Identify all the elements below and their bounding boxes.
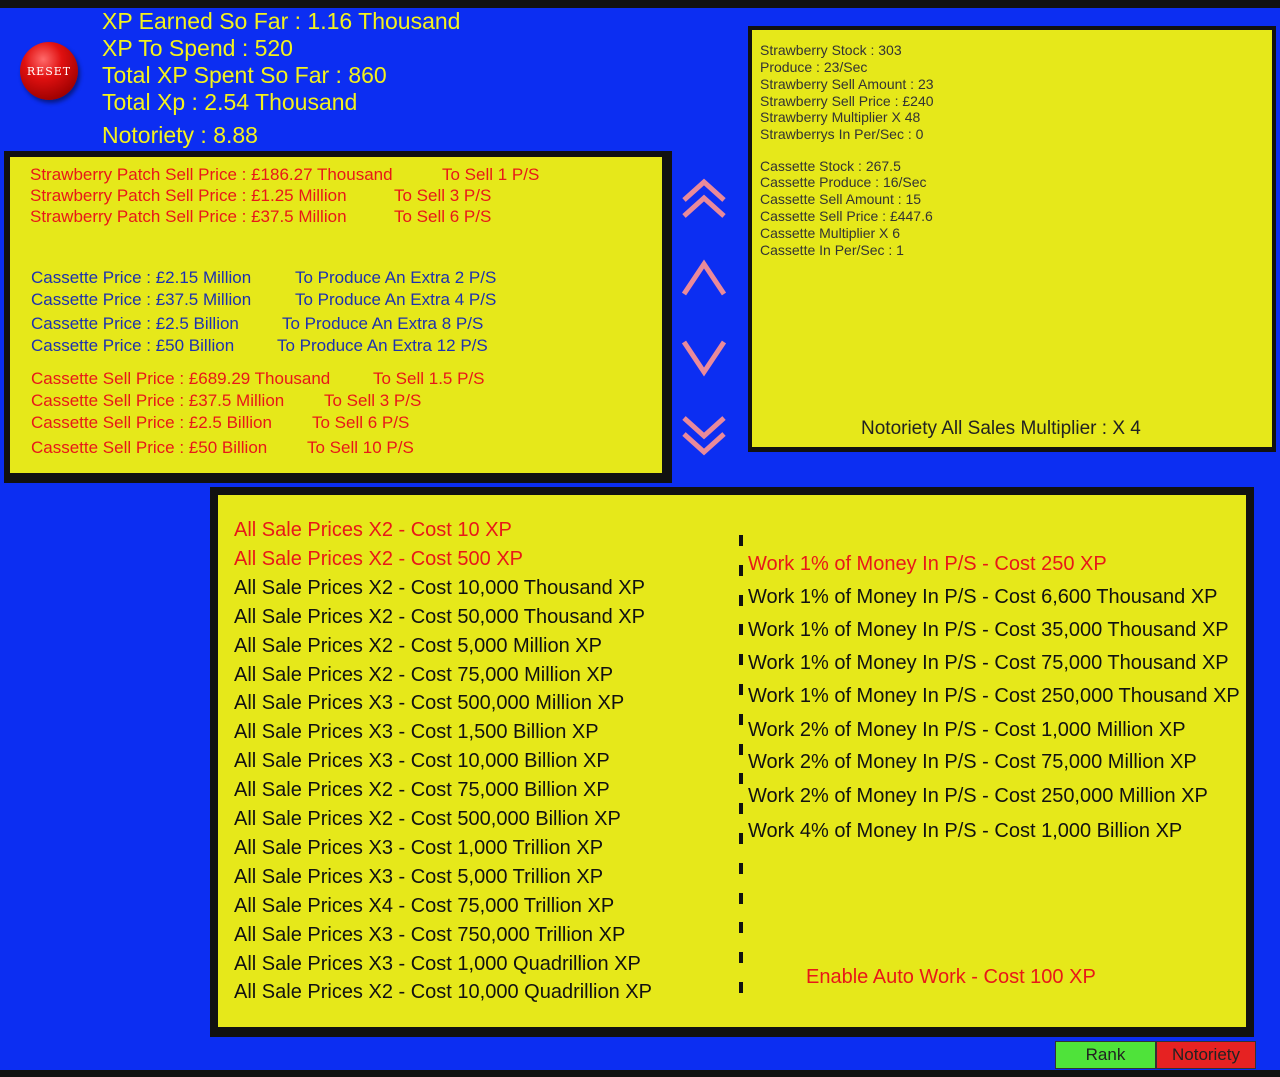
upgrade-item[interactable]: All Sale Prices X2 - Cost 10 XP [234, 519, 512, 542]
divider-dash [739, 684, 743, 695]
cassette-produce-rate[interactable]: To Produce An Extra 12 P/S [277, 336, 488, 356]
upgrade-item[interactable]: All Sale Prices X2 - Cost 10,000 Quadril… [234, 981, 652, 1004]
notoriety-text: Notoriety : 8.88 [102, 122, 258, 148]
strawberry-stat: Produce : 23/Sec [760, 59, 868, 75]
divider-dash [739, 713, 743, 725]
cassette-stat: Cassette Sell Amount : 15 [760, 191, 922, 207]
strawberry-stat: Strawberry Sell Price : £240 [760, 93, 934, 109]
patch-sell-rate[interactable]: To Sell 3 P/S [394, 186, 491, 206]
divider-dash [739, 535, 743, 546]
upgrade-item[interactable]: All Sale Prices X2 - Cost 10,000 Thousan… [234, 577, 645, 600]
stats-panel: Strawberry Stock : 303 Produce : 23/Sec St… [748, 26, 1276, 452]
divider-dash [739, 743, 743, 755]
divider-dash [739, 803, 743, 815]
cassette-stat: Cassette In Per/Sec : 1 [760, 242, 904, 258]
chevron-down-icon[interactable] [680, 336, 728, 380]
work-upgrade-item[interactable]: Work 1% of Money In P/S - Cost 6,600 Tho… [748, 586, 1218, 609]
upgrade-item[interactable]: All Sale Prices X2 - Cost 5,000 Million … [234, 635, 602, 658]
upgrade-item[interactable]: All Sale Prices X2 - Cost 500 XP [234, 548, 523, 571]
patch-sell-rate[interactable]: To Sell 6 P/S [394, 207, 491, 227]
cassette-price[interactable]: Cassette Price : £2.15 Million [31, 268, 251, 288]
patch-sell-price[interactable]: Strawberry Patch Sell Price : £37.5 Mill… [30, 207, 347, 227]
upgrade-item[interactable]: All Sale Prices X3 - Cost 1,000 Trillion… [234, 837, 603, 860]
cassette-sell-rate[interactable]: To Sell 1.5 P/S [373, 369, 485, 389]
total-xp-text: Total Xp : 2.54 Thousand [102, 89, 358, 115]
work-upgrade-item[interactable]: Work 1% of Money In P/S - Cost 75,000 Th… [748, 652, 1229, 675]
cassette-price[interactable]: Cassette Price : £50 Billion [31, 336, 234, 356]
cassette-sell-rate[interactable]: To Sell 3 P/S [324, 391, 421, 411]
cassette-produce-rate[interactable]: To Produce An Extra 8 P/S [282, 314, 483, 334]
upgrade-item[interactable]: All Sale Prices X4 - Cost 75,000 Trillio… [234, 895, 614, 918]
xp-to-spend-text: XP To Spend : 520 [102, 35, 293, 61]
divider-dash [739, 952, 743, 964]
double-chevron-down-icon[interactable] [680, 410, 728, 458]
cassette-stat: Cassette Produce : 16/Sec [760, 174, 927, 190]
bottom-border [0, 1070, 1280, 1077]
tab-rank[interactable]: Rank [1055, 1041, 1156, 1069]
work-upgrade-item[interactable]: Work 2% of Money In P/S - Cost 75,000 Mi… [748, 751, 1197, 774]
xp-earned-text: XP Earned So Far : 1.16 Thousand [102, 8, 461, 34]
divider-dash [739, 982, 743, 993]
divider-dash [739, 654, 743, 666]
strawberry-stat: Strawberrys In Per/Sec : 0 [760, 126, 924, 142]
divider-dash [739, 833, 743, 844]
divider-dash [739, 594, 743, 606]
work-upgrade-item[interactable]: Work 1% of Money In P/S - Cost 250,000 T… [748, 685, 1240, 708]
upgrade-item[interactable]: All Sale Prices X2 - Cost 75,000 Million… [234, 664, 613, 687]
upgrade-item[interactable]: All Sale Prices X3 - Cost 1,000 Quadrill… [234, 953, 641, 976]
upgrade-item[interactable]: All Sale Prices X2 - Cost 500,000 Billio… [234, 808, 621, 831]
work-upgrade-item[interactable]: Work 2% of Money In P/S - Cost 250,000 M… [748, 785, 1208, 808]
work-upgrade-item[interactable]: Work 2% of Money In P/S - Cost 1,000 Mil… [748, 719, 1186, 742]
divider-dash [739, 773, 743, 785]
cassette-sell-price[interactable]: Cassette Sell Price : £37.5 Million [31, 391, 284, 411]
reset-label: RESET [26, 64, 72, 78]
cassette-sell-price[interactable]: Cassette Sell Price : £689.29 Thousand [31, 369, 330, 389]
cassette-stat: Cassette Multiplier X 6 [760, 225, 901, 241]
cassette-sell-rate[interactable]: To Sell 10 P/S [307, 438, 414, 458]
cassette-sell-price[interactable]: Cassette Sell Price : £2.5 Billion [31, 413, 272, 433]
divider-dash [739, 564, 743, 576]
strawberry-stat: Strawberry Stock : 303 [760, 42, 902, 58]
enable-auto-work-button[interactable]: Enable Auto Work - Cost 100 XP [806, 966, 1096, 989]
divider-dash [739, 892, 743, 904]
upgrade-item[interactable]: All Sale Prices X2 - Cost 75,000 Billion… [234, 779, 610, 802]
upgrade-item[interactable]: All Sale Prices X3 - Cost 1,500 Billion … [234, 721, 599, 744]
upgrade-item[interactable]: All Sale Prices X3 - Cost 10,000 Billion… [234, 750, 610, 773]
upgrades-panel: All Sale Prices X2 - Cost 10 XP All Sale … [210, 487, 1254, 1037]
upgrade-item[interactable]: All Sale Prices X3 - Cost 500,000 Millio… [234, 692, 624, 715]
divider-dash [739, 862, 743, 874]
cassette-produce-rate[interactable]: To Produce An Extra 2 P/S [295, 268, 496, 288]
upgrade-item[interactable]: All Sale Prices X3 - Cost 5,000 Trillion… [234, 866, 603, 889]
chevron-up-icon[interactable] [680, 256, 728, 300]
patch-sell-price[interactable]: Strawberry Patch Sell Price : £186.27 Th… [30, 165, 393, 185]
patch-sell-rate[interactable]: To Sell 1 P/S [442, 165, 539, 185]
reset-button[interactable]: RESET [20, 42, 78, 100]
strawberry-stat: Strawberry Sell Amount : 23 [760, 76, 934, 92]
notoriety-multiplier-text: Notoriety All Sales Multiplier : X 4 [861, 418, 1141, 439]
divider-dash [739, 624, 743, 636]
shop-panel: Strawberry Patch Sell Price : £186.27 Th… [4, 151, 672, 483]
xp-spent-text: Total XP Spent So Far : 860 [102, 62, 387, 88]
upgrade-item[interactable]: All Sale Prices X3 - Cost 750,000 Trilli… [234, 924, 625, 947]
cassette-price[interactable]: Cassette Price : £2.5 Billion [31, 314, 239, 334]
divider-dash [739, 922, 743, 934]
cassette-stat: Cassette Stock : 267.5 [760, 158, 901, 174]
upgrade-item[interactable]: All Sale Prices X2 - Cost 50,000 Thousan… [234, 606, 645, 629]
cassette-stat: Cassette Sell Price : £447.6 [760, 208, 933, 224]
cassette-sell-price[interactable]: Cassette Sell Price : £50 Billion [31, 438, 267, 458]
double-chevron-up-icon[interactable] [680, 176, 728, 224]
cassette-price[interactable]: Cassette Price : £37.5 Million [31, 290, 251, 310]
work-upgrade-item[interactable]: Work 1% of Money In P/S - Cost 35,000 Th… [748, 619, 1229, 642]
work-upgrade-item[interactable]: Work 1% of Money In P/S - Cost 250 XP [748, 553, 1107, 576]
patch-sell-price[interactable]: Strawberry Patch Sell Price : £1.25 Mill… [30, 186, 347, 206]
work-upgrade-item[interactable]: Work 4% of Money In P/S - Cost 1,000 Bil… [748, 820, 1182, 843]
top-border [0, 0, 1280, 8]
tab-notoriety[interactable]: Notoriety [1156, 1041, 1256, 1069]
cassette-sell-rate[interactable]: To Sell 6 P/S [312, 413, 409, 433]
strawberry-stat: Strawberry Multiplier X 48 [760, 109, 921, 125]
cassette-produce-rate[interactable]: To Produce An Extra 4 P/S [295, 290, 496, 310]
